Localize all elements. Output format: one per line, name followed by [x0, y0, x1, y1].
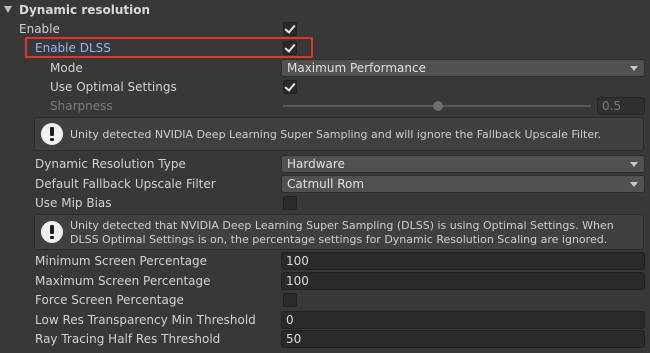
mip-bias-label: Use Mip Bias	[35, 196, 112, 210]
fallback-filter-row: Default Fallback Upscale Filter Catmull …	[0, 175, 650, 194]
use-optimal-row: Use Optimal Settings	[0, 78, 650, 97]
sharpness-field[interactable]: 0.5	[597, 97, 645, 115]
chevron-down-icon	[630, 182, 638, 187]
sharpness-row: Sharpness 0.5	[0, 97, 650, 116]
section-header[interactable]: Dynamic resolution	[0, 1, 650, 20]
highlight-box	[25, 37, 313, 58]
use-optimal-label: Use Optimal Settings	[50, 80, 177, 94]
min-pct-value: 100	[286, 254, 309, 268]
use-optimal-checkbox[interactable]	[283, 80, 297, 94]
ray-tracing-field[interactable]: 50	[281, 330, 645, 348]
max-pct-label: Maximum Screen Percentage	[35, 274, 211, 288]
mip-bias-row: Use Mip Bias	[0, 194, 650, 213]
enable-label: Enable	[19, 22, 60, 36]
force-pct-checkbox[interactable]	[283, 293, 297, 307]
ray-tracing-row: Ray Tracing Half Res Threshold 50	[0, 330, 650, 349]
low-res-value: 0	[286, 313, 294, 327]
fallback-filter-value: Catmull Rom	[287, 177, 365, 191]
max-pct-row: Maximum Screen Percentage 100	[0, 272, 650, 291]
warning-icon	[41, 221, 63, 243]
help-box-dlss: Unity detected NVIDIA Deep Learning Supe…	[34, 117, 644, 151]
foldout-arrow-icon[interactable]	[4, 6, 12, 13]
chevron-down-icon	[630, 162, 638, 167]
min-pct-label: Minimum Screen Percentage	[35, 254, 208, 268]
mode-value: Maximum Performance	[287, 61, 426, 75]
min-pct-field[interactable]: 100	[281, 252, 645, 270]
low-res-row: Low Res Transparency Min Threshold 0	[0, 311, 650, 330]
help-box-optimal: Unity detected that NVIDIA Deep Learning…	[34, 214, 644, 250]
force-pct-row: Force Screen Percentage	[0, 291, 650, 310]
fallback-filter-dropdown[interactable]: Catmull Rom	[281, 175, 645, 193]
sharpness-value: 0.5	[602, 99, 622, 113]
enable-checkbox[interactable]	[283, 22, 297, 36]
low-res-field[interactable]: 0	[281, 311, 645, 329]
dyn-res-type-label: Dynamic Resolution Type	[35, 157, 186, 171]
min-pct-row: Minimum Screen Percentage 100	[0, 252, 650, 271]
ray-tracing-label: Ray Tracing Half Res Threshold	[35, 332, 221, 346]
fallback-filter-label: Default Fallback Upscale Filter	[35, 177, 216, 191]
chevron-down-icon	[630, 66, 638, 71]
mip-bias-checkbox[interactable]	[283, 196, 297, 210]
ray-tracing-value: 50	[286, 332, 302, 346]
low-res-label: Low Res Transparency Min Threshold	[35, 313, 256, 327]
mode-label: Mode	[50, 61, 83, 75]
help-text: Unity detected NVIDIA Deep Learning Supe…	[70, 128, 602, 141]
warning-icon	[41, 123, 63, 145]
dyn-res-type-row: Dynamic Resolution Type Hardware	[0, 155, 650, 174]
max-pct-field[interactable]: 100	[281, 272, 645, 290]
mode-dropdown[interactable]: Maximum Performance	[281, 59, 645, 77]
help-text: Unity detected that NVIDIA Deep Learning…	[70, 219, 614, 246]
section-title: Dynamic resolution	[19, 3, 151, 17]
sharpness-label: Sharpness	[50, 99, 113, 113]
sharpness-slider-thumb[interactable]	[433, 101, 443, 111]
dyn-res-type-value: Hardware	[287, 157, 345, 171]
dyn-res-type-dropdown[interactable]: Hardware	[281, 155, 645, 173]
max-pct-value: 100	[286, 274, 309, 288]
force-pct-label: Force Screen Percentage	[35, 293, 184, 307]
mode-row: Mode Maximum Performance	[0, 59, 650, 78]
